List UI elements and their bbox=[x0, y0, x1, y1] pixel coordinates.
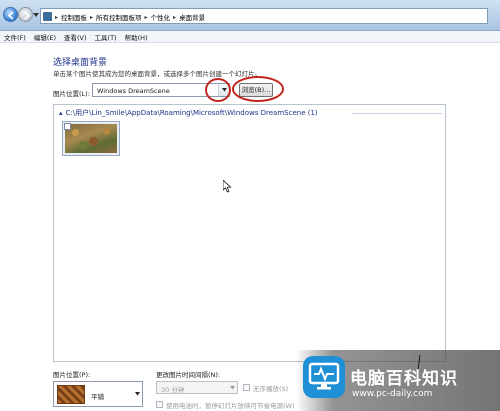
chevron-right-icon[interactable]: ▸ bbox=[145, 14, 148, 21]
chevron-down-icon bbox=[135, 392, 140, 396]
watermark-logo bbox=[303, 356, 345, 398]
mouse-cursor-icon bbox=[223, 180, 232, 193]
breadcrumb-item[interactable]: 所有控制面板项 bbox=[96, 12, 142, 22]
divider bbox=[352, 113, 442, 114]
menu-bar: 文件(F) 编辑(E) 查看(V) 工具(T) 帮助(H) bbox=[0, 31, 500, 43]
picture-location-value: Windows DreamScene bbox=[97, 87, 170, 95]
group-header[interactable]: ▴ C:\用户\Lin_Smile\AppData\Roaming\Micros… bbox=[59, 108, 318, 118]
history-dropdown-icon[interactable] bbox=[33, 12, 39, 18]
page-title: 选择桌面背景 bbox=[53, 58, 108, 68]
battery-checkbox[interactable] bbox=[156, 401, 163, 408]
shuffle-label: 无序播放(S) bbox=[253, 385, 289, 393]
interval-select[interactable]: 30 分钟 bbox=[156, 381, 238, 394]
tile-preview-icon bbox=[57, 385, 85, 404]
control-panel-icon bbox=[43, 12, 52, 21]
menu-file[interactable]: 文件(F) bbox=[4, 32, 26, 42]
wallpaper-thumbnail[interactable] bbox=[62, 121, 120, 156]
thumbnail-checkbox[interactable] bbox=[64, 123, 71, 130]
annotation-circle bbox=[232, 76, 284, 102]
watermark-url: www.pc-daily.com bbox=[352, 389, 433, 399]
chevron-down-icon bbox=[230, 386, 235, 390]
title-bar: ▸ 控制面板 ▸ 所有控制面板项 ▸ 个性化 ▸ 桌面背景 bbox=[0, 0, 500, 31]
menu-help[interactable]: 帮助(H) bbox=[125, 32, 148, 42]
arrow-right-icon bbox=[24, 11, 31, 20]
monitor-icon bbox=[308, 362, 340, 390]
collapse-icon[interactable]: ▴ bbox=[59, 109, 63, 117]
breadcrumb-item[interactable]: 桌面背景 bbox=[179, 12, 205, 22]
menu-view[interactable]: 查看(V) bbox=[64, 32, 87, 42]
page-subtitle: 单击某个图片使其成为您的桌面背景，或选择多个图片创建一个幻灯片。 bbox=[53, 70, 261, 78]
interval-label: 更改图片时间间隔(N): bbox=[156, 371, 221, 379]
picture-position-select[interactable]: 平铺 bbox=[53, 381, 143, 407]
breadcrumb: ▸ 控制面板 ▸ 所有控制面板项 ▸ 个性化 ▸ 桌面背景 bbox=[55, 12, 205, 23]
group-path: C:\用户\Lin_Smile\AppData\Roaming\Microsof… bbox=[65, 109, 318, 117]
arrow-left-icon bbox=[7, 11, 14, 20]
forward-button[interactable] bbox=[18, 7, 33, 22]
picture-location-label: 图片位置(L): bbox=[53, 90, 90, 98]
battery-label: 使用电池时，暂停幻灯片放映可节省电源(W) bbox=[166, 402, 295, 410]
picture-position-value: 平铺 bbox=[91, 393, 104, 401]
menu-tools[interactable]: 工具(T) bbox=[95, 32, 117, 42]
chevron-right-icon: ▸ bbox=[55, 13, 59, 21]
chevron-right-icon[interactable]: ▸ bbox=[173, 14, 176, 21]
menu-edit[interactable]: 编辑(E) bbox=[34, 32, 56, 42]
back-button[interactable] bbox=[3, 7, 18, 22]
picture-list[interactable]: ▴ C:\用户\Lin_Smile\AppData\Roaming\Micros… bbox=[53, 104, 446, 362]
watermark-title: 电脑百科知识 bbox=[350, 369, 458, 389]
chevron-right-icon[interactable]: ▸ bbox=[90, 14, 93, 21]
annotation-circle bbox=[205, 78, 231, 102]
picture-position-label: 图片位置(P): bbox=[53, 371, 91, 379]
interval-value: 30 分钟 bbox=[161, 386, 185, 394]
address-bar[interactable]: ▸ 控制面板 ▸ 所有控制面板项 ▸ 个性化 ▸ 桌面背景 bbox=[40, 8, 488, 24]
thumbnail-image bbox=[65, 124, 117, 153]
breadcrumb-item[interactable]: 个性化 bbox=[151, 12, 171, 22]
shuffle-checkbox[interactable] bbox=[243, 384, 250, 391]
breadcrumb-item[interactable]: 控制面板 bbox=[61, 12, 87, 22]
